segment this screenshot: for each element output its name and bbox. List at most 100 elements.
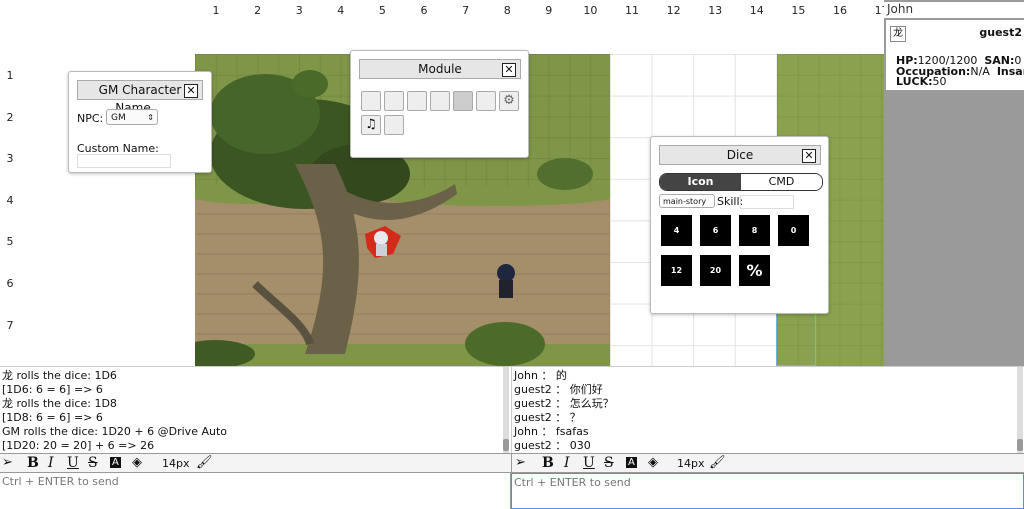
column-label: 17: [874, 4, 884, 17]
row-label: 5: [6, 235, 14, 249]
guest-name: guest2: [979, 26, 1022, 39]
scroll-thumb[interactable]: [503, 439, 509, 451]
npc-select[interactable]: GM ⇕: [106, 109, 158, 125]
underline-button[interactable]: U: [67, 455, 79, 471]
character-card[interactable]: 龙 guest2 HP:1200/1200 SAN:0 Occupation:N…: [886, 20, 1024, 90]
dice-panel: Dice ✕ Icon CMD main-story Skill: 4 6 8 0 12…: [650, 136, 829, 314]
bold-button[interactable]: B: [542, 455, 554, 471]
d4-icon[interactable]: 4: [661, 215, 692, 246]
archive-icon[interactable]: [430, 91, 450, 111]
dice-title-text: Dice: [726, 148, 754, 162]
column-label: 14: [749, 4, 764, 17]
dice-icon[interactable]: [453, 91, 473, 111]
send-icon[interactable]: ➢: [2, 455, 13, 470]
message-input-left[interactable]: Ctrl + ENTER to send: [0, 473, 511, 509]
tab-icon[interactable]: Icon: [660, 174, 741, 190]
chat-right-scrollbar[interactable]: [1017, 367, 1023, 453]
map-grid-area[interactable]: 1234567891011121314151617 1234567: [0, 0, 884, 366]
strike-button[interactable]: S: [88, 455, 98, 471]
column-label: 6: [420, 4, 428, 17]
column-label: 9: [545, 4, 553, 17]
strike-button[interactable]: S: [604, 455, 614, 471]
d20-icon[interactable]: 20: [700, 255, 731, 286]
d10-icon[interactable]: 0: [778, 215, 809, 246]
row-label: 2: [6, 110, 14, 124]
underline-button[interactable]: U: [583, 455, 595, 471]
bold-button[interactable]: B: [27, 455, 39, 471]
die-label: 12: [670, 266, 683, 275]
italic-button[interactable]: I: [48, 455, 54, 471]
notes-icon[interactable]: [384, 91, 404, 111]
luck-row: LUCK:50: [896, 75, 947, 88]
send-icon[interactable]: ➢: [515, 455, 526, 470]
italic-button[interactable]: I: [564, 455, 570, 471]
chat-message: guest2 ： 030: [514, 439, 591, 452]
map-pin-icon[interactable]: [407, 91, 427, 111]
font-color-button[interactable]: A: [626, 457, 637, 468]
row-label: 1: [6, 69, 14, 82]
d12-icon[interactable]: 12: [661, 255, 692, 286]
selection-rect: [776, 312, 816, 366]
chat-message: John ： fsafas: [514, 425, 589, 438]
story-select[interactable]: main-story: [659, 194, 715, 208]
font-size-select[interactable]: 14px: [677, 457, 705, 470]
d8-icon[interactable]: 8: [739, 215, 770, 246]
group-icon[interactable]: [476, 91, 496, 111]
row-label: 6: [6, 277, 14, 290]
die-label: %: [746, 261, 763, 280]
die-label: 6: [712, 226, 719, 235]
insane-label: Insane:: [996, 65, 1024, 78]
chat-message: [1D20: 20 = 20] + 6 => 26: [2, 439, 155, 452]
fill-icon[interactable]: ◈: [648, 455, 658, 470]
knight-token[interactable]: [363, 224, 403, 260]
d6-icon[interactable]: 6: [700, 215, 731, 246]
chat-log-right[interactable]: John ： 的 guest2 ： 你们好 guest2 ： 怎么玩？ guest2 …: [511, 366, 1024, 453]
broom-icon[interactable]: 🖌: [196, 455, 213, 470]
font-size-select[interactable]: 14px: [162, 457, 190, 470]
chat-left-scrollbar[interactable]: [503, 367, 509, 453]
scroll-thumb[interactable]: [1017, 439, 1023, 451]
column-label: 3: [295, 4, 303, 17]
chat-message: GM rolls the dice: 1D20 + 6 @Drive Auto: [2, 425, 228, 438]
row-label: 4: [6, 193, 14, 207]
chat-message: guest2 ： 你们好: [514, 383, 603, 396]
bush: [465, 322, 545, 366]
luck-label: LUCK:: [896, 75, 933, 88]
fill-icon[interactable]: ◈: [132, 455, 142, 470]
skill-input[interactable]: [740, 195, 794, 209]
dice-close-button[interactable]: ✕: [802, 149, 816, 163]
luck-value: 50: [932, 75, 947, 88]
font-color-button[interactable]: A: [110, 457, 121, 468]
chat-message: guest2 ： ？: [514, 411, 581, 424]
percent-icon[interactable]: %: [739, 255, 770, 286]
chat-lines-left: 龙 rolls the dice: 1D6 [1D6: 6 = 6] => 6龙 …: [0, 369, 227, 453]
avatar: 龙: [890, 26, 906, 42]
module-close-button[interactable]: ✕: [502, 63, 516, 77]
column-label: 8: [503, 4, 511, 17]
chat-icon[interactable]: [384, 115, 404, 135]
chat-log-left[interactable]: 龙 rolls the dice: 1D6 [1D6: 6 = 6] => 6龙 …: [0, 366, 511, 453]
chat-message: John ： 的: [514, 369, 567, 382]
column-label: 2: [254, 4, 262, 17]
broom-icon[interactable]: 🖌: [709, 455, 726, 470]
chat-message: 龙 rolls the dice: 1D8: [2, 397, 117, 410]
row-label: 3: [6, 152, 14, 166]
occupation-value: N/A: [970, 65, 990, 78]
module-title-text: Module: [418, 62, 462, 76]
music-icon[interactable]: ♫: [361, 115, 381, 135]
custom-name-input[interactable]: [77, 154, 171, 168]
tab-cmd[interactable]: CMD: [741, 174, 822, 190]
chat-message: [1D6: 6 = 6] => 6: [2, 383, 103, 396]
gear-icon[interactable]: ⚙: [499, 91, 519, 111]
player-side-panel: John 龙 guest2 HP:1200/1200 SAN:0 Occupat…: [884, 0, 1024, 366]
clipboard-icon[interactable]: [361, 91, 381, 111]
gm-panel-close-button[interactable]: ✕: [184, 84, 198, 98]
column-label: 7: [462, 4, 470, 17]
story-selected-value: main-story: [663, 197, 707, 206]
column-label: 16: [833, 4, 847, 17]
player-token[interactable]: [493, 262, 519, 302]
dice-mode-tabs: Icon CMD: [659, 173, 823, 191]
message-input-right[interactable]: Ctrl + ENTER to send: [511, 473, 1024, 509]
format-toolbar-right: ➢ B I U S A ◈ 14px 🖌: [511, 453, 1024, 473]
gm-character-panel: GM Character Name ✕ NPC: GM ⇕ Custom Nam…: [68, 71, 212, 173]
